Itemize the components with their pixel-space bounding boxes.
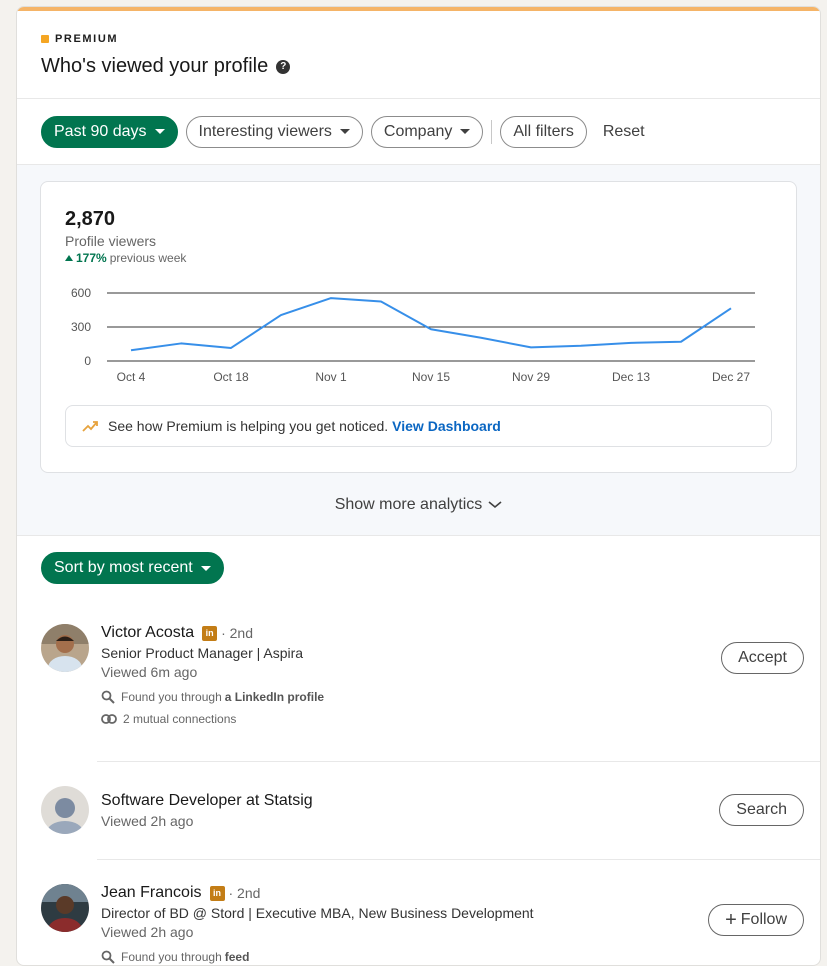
chart-y-tick-label: 300	[71, 320, 91, 334]
viewer-headline: Senior Product Manager | Aspira	[101, 645, 304, 661]
filter-divider	[491, 119, 493, 144]
viewer-item[interactable]: Victor Acosta in · 2nd Senior Product Ma…	[17, 602, 820, 761]
viewed-time: Viewed 2h ago	[101, 813, 194, 829]
found-through: Found you through a LinkedIn profile	[101, 690, 721, 704]
trend-value: 177%	[76, 251, 107, 265]
chart-y-tick-label: 0	[84, 354, 91, 368]
chart-x-tick-label: Dec 13	[612, 370, 650, 384]
trend-indicator: 177% previous week	[65, 251, 772, 265]
caret-down-icon	[339, 129, 350, 134]
premium-icon	[41, 35, 49, 43]
avatar-photo	[41, 624, 89, 672]
chevron-down-icon	[488, 501, 502, 509]
avatar-photo	[41, 884, 89, 932]
viewer-name[interactable]: Jean Francois	[101, 884, 202, 902]
search-button[interactable]: Search	[719, 794, 804, 826]
viewer-count-label: Profile viewers	[65, 233, 157, 249]
banner-text: See how Premium is helping you get notic…	[108, 418, 389, 434]
premium-badge-icon: in	[202, 625, 218, 641]
mutual-connections-icon	[101, 714, 117, 724]
sort-dropdown[interactable]: Sort by most recent	[41, 552, 224, 584]
viewed-time: Viewed 2h ago	[101, 924, 194, 940]
avatar[interactable]	[41, 884, 89, 932]
mutual-connections[interactable]: 2 mutual connections	[101, 712, 721, 726]
connection-degree: · 2nd	[228, 885, 261, 901]
profile-viewers-card: PREMIUM Who's viewed your profile ? Past…	[16, 6, 821, 966]
connection-degree: · 2nd	[221, 625, 254, 641]
filter-bar: Past 90 days Interesting viewers Company…	[17, 99, 820, 165]
viewer-name[interactable]: Victor Acosta	[101, 624, 194, 642]
chart-x-tick-label: Nov 29	[512, 370, 550, 384]
chart-x-tick-label: Oct 18	[213, 370, 249, 384]
premium-badge-icon: in	[209, 885, 225, 901]
caret-down-icon	[200, 565, 211, 571]
all-filters-button[interactable]: All filters	[500, 115, 587, 148]
analytics-section: 2,870 Profile viewers 177% previous week…	[17, 165, 820, 536]
page-title: Who's viewed your profile	[41, 55, 269, 77]
viewer-count: 2,870	[65, 208, 116, 230]
page-header: PREMIUM Who's viewed your profile ?	[17, 11, 820, 99]
profile-viewers-chart: 0 300 600 Oct 4 Oct 18 Nov 1 Nov 15 Nov 29 Dec 1…	[71, 286, 755, 384]
time-range-filter[interactable]: Past 90 days	[41, 115, 178, 148]
sort-row: Sort by most recent	[17, 536, 820, 602]
premium-label: PREMIUM	[41, 33, 796, 45]
interesting-viewers-filter[interactable]: Interesting viewers	[185, 115, 363, 148]
chart-y-tick-label: 600	[71, 286, 91, 300]
found-through: Found you through feed	[101, 950, 708, 964]
accept-button[interactable]: Accept	[721, 642, 804, 674]
analytics-card: 2,870 Profile viewers 177% previous week…	[40, 181, 797, 473]
company-filter[interactable]: Company	[370, 115, 484, 148]
chart-x-tick-label: Nov 15	[412, 370, 450, 384]
search-icon	[101, 950, 115, 964]
trend-up-icon	[65, 255, 73, 261]
view-dashboard-link[interactable]: View Dashboard	[392, 418, 501, 434]
trending-up-icon	[82, 421, 98, 432]
premium-banner: See how Premium is helping you get notic…	[65, 405, 772, 447]
chart-x-tick-label: Nov 1	[315, 370, 347, 384]
avatar[interactable]	[41, 624, 89, 672]
viewer-item[interactable]: Software Developer at Statsig Viewed 2h …	[17, 762, 820, 859]
search-icon	[101, 690, 115, 704]
show-more-analytics-button[interactable]: Show more analytics	[40, 496, 797, 514]
viewer-name: Software Developer at Statsig	[101, 792, 313, 809]
chart-series-line	[130, 297, 732, 352]
anonymous-avatar-icon	[41, 786, 89, 834]
trend-label: previous week	[109, 251, 187, 265]
reset-button[interactable]: Reset	[595, 123, 653, 141]
caret-down-icon	[460, 129, 471, 134]
viewer-item[interactable]: Jean Francois in · 2nd Director of BD @ …	[17, 860, 820, 964]
help-icon[interactable]: ?	[276, 59, 291, 74]
plus-icon: +	[725, 909, 737, 931]
avatar	[41, 786, 89, 834]
viewer-headline: Director of BD @ Stord | Executive MBA, …	[101, 905, 534, 921]
chart-x-tick-label: Oct 4	[117, 370, 146, 384]
chart-x-tick-label: Dec 27	[712, 370, 750, 384]
viewed-time: Viewed 6m ago	[101, 664, 198, 680]
follow-button[interactable]: + Follow	[708, 904, 804, 936]
caret-down-icon	[154, 129, 165, 134]
